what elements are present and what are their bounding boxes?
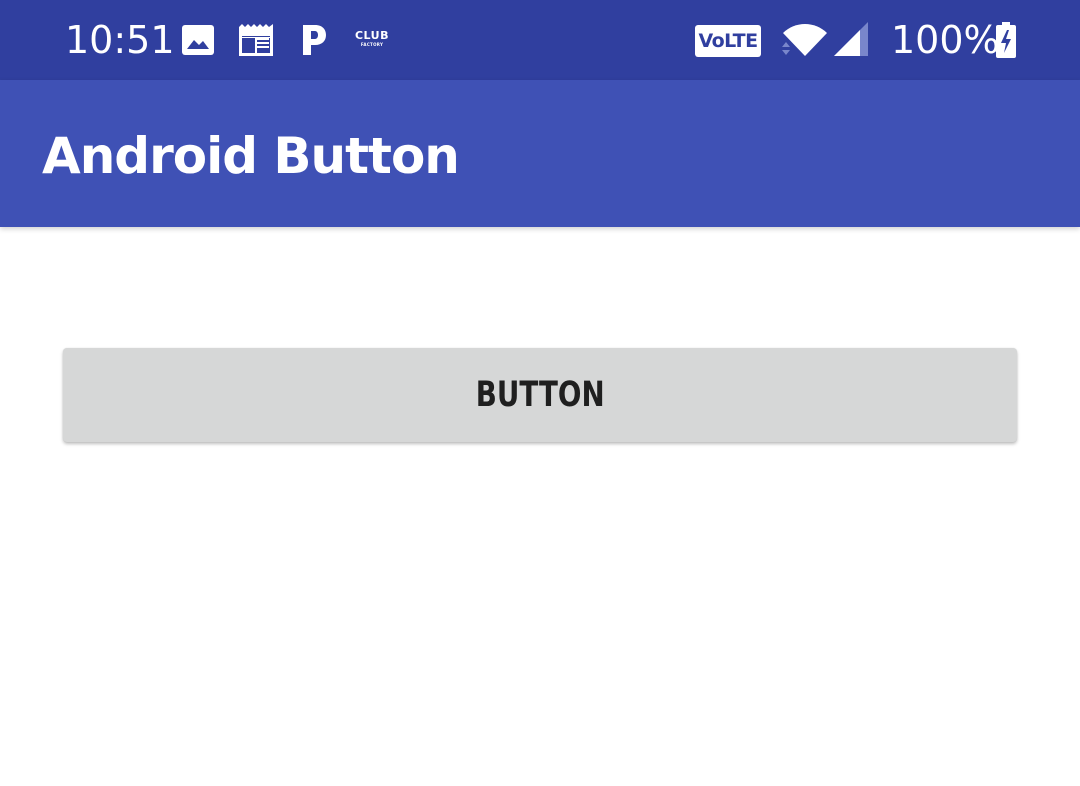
club-factory-icon: CLUB FACTORY — [354, 30, 390, 47]
page-title: Android Button — [42, 127, 460, 185]
volte-icon: VoLTE — [695, 25, 761, 57]
battery-charging-icon — [996, 0, 1016, 80]
news-icon — [239, 0, 273, 80]
status-time: 10:51 — [65, 18, 175, 62]
club-factory-line1: CLUB — [354, 29, 389, 42]
gallery-icon — [182, 0, 214, 80]
main-button-label: BUTTON — [475, 375, 605, 415]
app-bar: Android Button — [0, 80, 1080, 227]
battery-percent: 100% — [891, 18, 1000, 62]
status-bar: 10:51 CLUB FACTORY VoLTE 100% — [0, 0, 1080, 80]
wifi-full-icon — [781, 0, 829, 80]
cell-signal-icon — [834, 0, 870, 80]
paytm-p-icon — [301, 0, 327, 80]
main-button[interactable]: BUTTON — [63, 348, 1017, 442]
club-factory-line2: FACTORY — [360, 42, 384, 47]
